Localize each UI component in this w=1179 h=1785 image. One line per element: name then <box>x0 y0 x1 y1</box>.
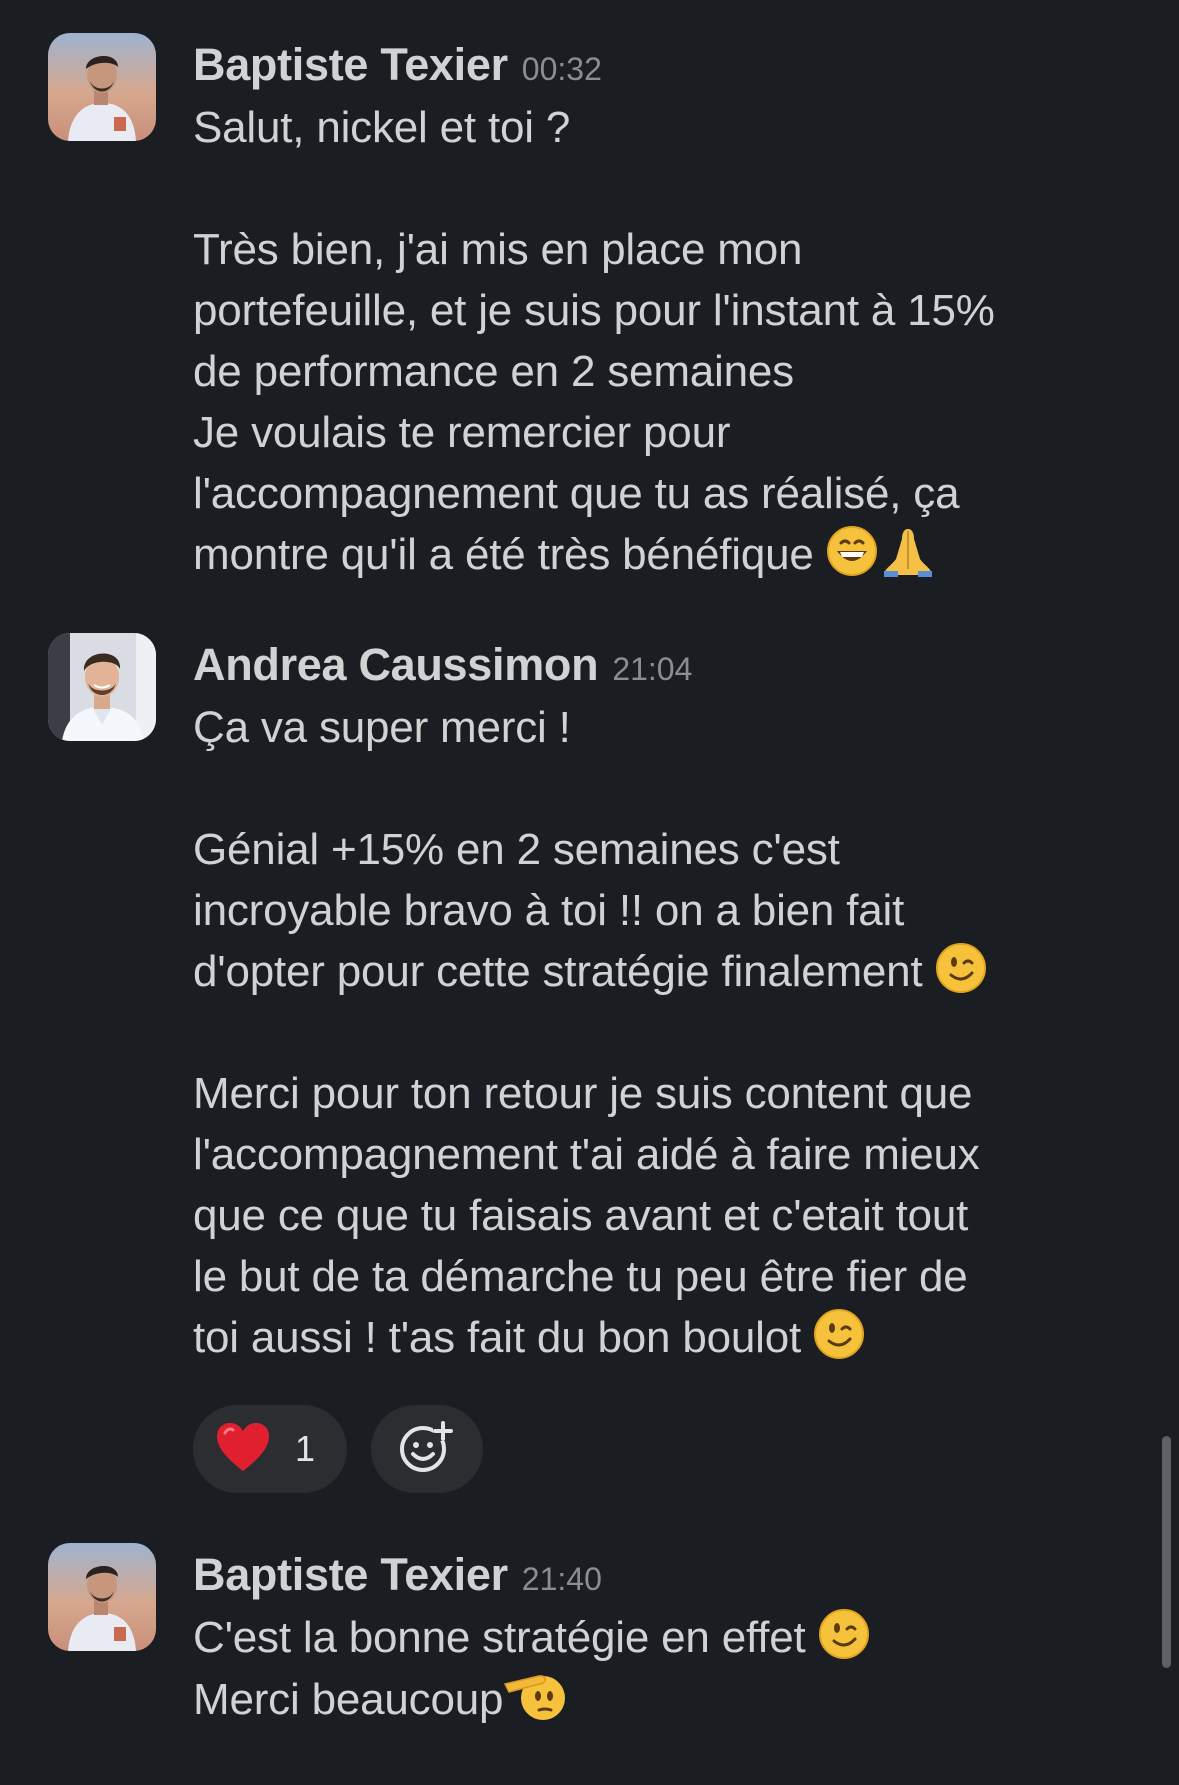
message-paragraph: Ça va super merci ! <box>193 703 571 752</box>
message-body: Ça va super merci ! Génial +15% en 2 sem… <box>193 697 1133 1368</box>
add-reaction-icon <box>397 1417 457 1482</box>
message-line-text: C'est la bonne stratégie en effet <box>193 1613 806 1662</box>
message-content: Baptiste Texier 00:32 Salut, nickel et t… <box>193 33 1133 585</box>
message-paragraph-text: Génial +15% en 2 semaines c'est incroyab… <box>193 825 923 996</box>
avatar-andrea[interactable] <box>48 633 156 741</box>
winking-face-emoji <box>818 1608 870 1660</box>
message-paragraph: Génial +15% en 2 semaines c'est incroyab… <box>193 819 1133 1002</box>
winking-face-emoji <box>935 942 987 994</box>
message-header: Andrea Caussimon 21:04 <box>193 633 1133 697</box>
reaction-count: 1 <box>294 1428 315 1469</box>
sender-name[interactable]: Baptiste Texier <box>193 33 508 97</box>
folded-hands-emoji <box>878 525 932 577</box>
message-body: Salut, nickel et toi ? Très bien, j'ai m… <box>193 97 1133 585</box>
sender-name[interactable]: Andrea Caussimon <box>193 633 599 697</box>
message-timestamp[interactable]: 21:04 <box>612 637 692 701</box>
scrollbar-thumb[interactable] <box>1162 1436 1171 1668</box>
message-line: C'est la bonne stratégie en effet <box>193 1607 1133 1668</box>
red-heart-emoji <box>215 1421 271 1478</box>
message-feed: Baptiste Texier 00:32 Salut, nickel et t… <box>0 0 1179 1785</box>
grinning-face-emoji <box>826 525 878 577</box>
reaction-heart-button[interactable]: 1 <box>193 1405 347 1493</box>
saluting-face-emoji <box>503 1668 567 1720</box>
message-paragraph: Salut, nickel et toi ? <box>193 103 571 152</box>
reactions-bar: 1 <box>193 1405 483 1493</box>
message-header: Baptiste Texier 21:40 <box>193 1543 1133 1607</box>
add-reaction-button[interactable] <box>371 1405 483 1493</box>
sender-name[interactable]: Baptiste Texier <box>193 1543 508 1607</box>
message-timestamp[interactable]: 00:32 <box>522 37 602 101</box>
message-line-text: Merci beaucoup <box>193 1675 504 1724</box>
message-content: Andrea Caussimon 21:04 Ça va super merci… <box>193 633 1133 1493</box>
message-content: Baptiste Texier 21:40 C'est la bonne str… <box>193 1543 1133 1730</box>
message-header: Baptiste Texier 00:32 <box>193 33 1133 97</box>
message-paragraph: Très bien, j'ai mis en place mon portefe… <box>193 219 1133 585</box>
message-line: Merci beaucoup <box>193 1668 1133 1730</box>
winking-face-emoji <box>813 1308 865 1360</box>
message-timestamp[interactable]: 21:40 <box>522 1547 602 1611</box>
message-body: C'est la bonne stratégie en effet Merci … <box>193 1607 1133 1730</box>
avatar-baptiste[interactable] <box>48 1543 156 1651</box>
avatar-baptiste[interactable] <box>48 33 156 141</box>
message-paragraph: Merci pour ton retour je suis content qu… <box>193 1063 1133 1368</box>
